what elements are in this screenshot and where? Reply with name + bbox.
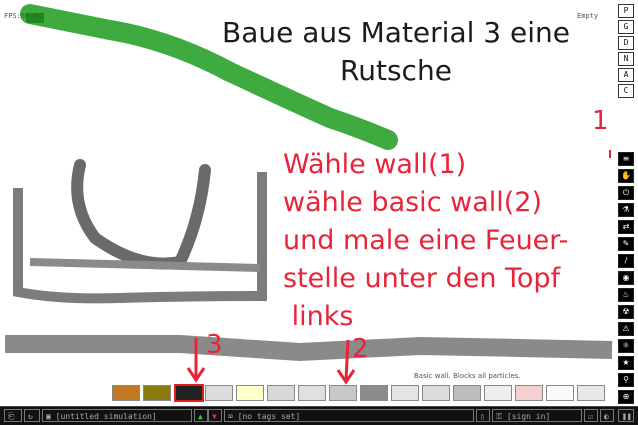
element-swatch[interactable]: [174, 384, 204, 402]
category-button[interactable]: ⚛: [618, 339, 634, 353]
category-button[interactable]: ≡: [618, 152, 634, 166]
menu-button-d[interactable]: D: [618, 36, 634, 50]
element-swatch[interactable]: [236, 385, 264, 401]
element-swatch[interactable]: [422, 385, 450, 401]
menu-button-p[interactable]: P: [618, 4, 634, 18]
element-swatch[interactable]: [577, 385, 605, 401]
category-button[interactable]: ⊕: [618, 390, 634, 404]
tags-label: [no tags set]: [237, 412, 301, 421]
vote-up-icon[interactable]: ▲: [194, 409, 208, 422]
menu-button-c[interactable]: C: [618, 84, 634, 98]
menu-button-a[interactable]: A: [618, 68, 634, 82]
category-button[interactable]: ✎: [618, 237, 634, 251]
marker-2: 2: [352, 334, 369, 364]
element-swatch[interactable]: [391, 385, 419, 401]
category-button[interactable]: ⚲: [618, 373, 634, 387]
instruction-line: wähle basic wall(2): [283, 187, 542, 218]
title-line-2: Rutsche: [340, 54, 452, 87]
menu-button-g[interactable]: G: [618, 20, 634, 34]
category-button[interactable]: ★: [618, 356, 634, 370]
instruction-line: stelle unter den Topf: [283, 263, 561, 294]
element-description: Basic wall. Blocks all particles.: [414, 372, 521, 380]
category-menu: ≡✋⏻⚗⇄✎/◉♨☢⚠⚛★⚲⊕≋: [616, 150, 634, 424]
sign-in-label: [sign in]: [506, 412, 551, 421]
category-button[interactable]: ⏻: [618, 186, 634, 200]
instructions: Wähle wall(1) wähle basic wall(2) und ma…: [283, 146, 568, 336]
settings-icon[interactable]: ☑: [584, 409, 598, 422]
element-swatch[interactable]: [143, 385, 171, 401]
task-title: Baue aus Material 3 eine Rutsche: [196, 14, 596, 90]
instruction-line: Wähle wall(1): [283, 149, 467, 180]
top-menu: P G D N A C: [616, 3, 634, 100]
category-button[interactable]: ☢: [618, 305, 634, 319]
container-wall: [13, 172, 267, 304]
category-button[interactable]: ⚠: [618, 322, 634, 336]
element-swatch[interactable]: [329, 385, 357, 401]
element-swatch[interactable]: [515, 385, 543, 401]
category-button[interactable]: ✋: [618, 169, 634, 183]
simulation-name: [untitled simulation]: [55, 412, 157, 421]
save-simulation-button[interactable]: ▣ [untitled simulation]: [42, 409, 192, 422]
simulation-canvas[interactable]: FPS:60.47 Empty Baue aus Material 3 eine…: [0, 0, 613, 385]
title-line-1: Baue aus Material 3 eine: [222, 16, 570, 49]
instruction-line: links: [283, 301, 354, 332]
element-swatch[interactable]: [267, 385, 295, 401]
disk-icon: ▣: [46, 412, 56, 421]
renderer-icon[interactable]: ◐: [600, 409, 614, 422]
element-swatch[interactable]: [453, 385, 481, 401]
marker-1: 1: [592, 106, 609, 136]
category-button[interactable]: ⇄: [618, 220, 634, 234]
tag-icon: ⌧: [228, 412, 238, 421]
clear-icon[interactable]: ▯: [476, 409, 490, 422]
bottom-bar: ⎗ ↻ ▣ [untitled simulation] ▲ ▼ ⌧ [no ta…: [0, 406, 638, 425]
element-swatch[interactable]: [484, 385, 512, 401]
instruction-line: und male eine Feuer-: [283, 225, 569, 256]
key-icon: ⚿: [496, 412, 507, 421]
element-swatch[interactable]: [546, 385, 574, 401]
category-button[interactable]: ◉: [618, 271, 634, 285]
category-button[interactable]: ♨: [618, 288, 634, 302]
element-swatch[interactable]: [360, 385, 388, 401]
element-swatch[interactable]: [112, 385, 140, 401]
menu-button-n[interactable]: N: [618, 52, 634, 66]
category-button[interactable]: /: [618, 254, 634, 268]
element-swatch[interactable]: [205, 385, 233, 401]
marker-3: 3: [206, 330, 223, 360]
ground-wall: [5, 335, 613, 362]
container-floor: [29, 258, 261, 272]
vote-down-icon[interactable]: ▼: [208, 409, 222, 422]
element-swatch[interactable]: [298, 385, 326, 401]
pause-icon[interactable]: ❚❚: [618, 409, 634, 422]
sign-in-button[interactable]: ⚿ [sign in]: [492, 409, 582, 422]
category-button[interactable]: ⚗: [618, 203, 634, 217]
fps-counter: FPS:60.47: [4, 12, 42, 20]
tags-button[interactable]: ⌧ [no tags set]: [224, 409, 474, 422]
open-icon[interactable]: ⎗: [4, 409, 22, 422]
pot-wall: [71, 159, 211, 270]
reload-icon[interactable]: ↻: [24, 409, 40, 422]
